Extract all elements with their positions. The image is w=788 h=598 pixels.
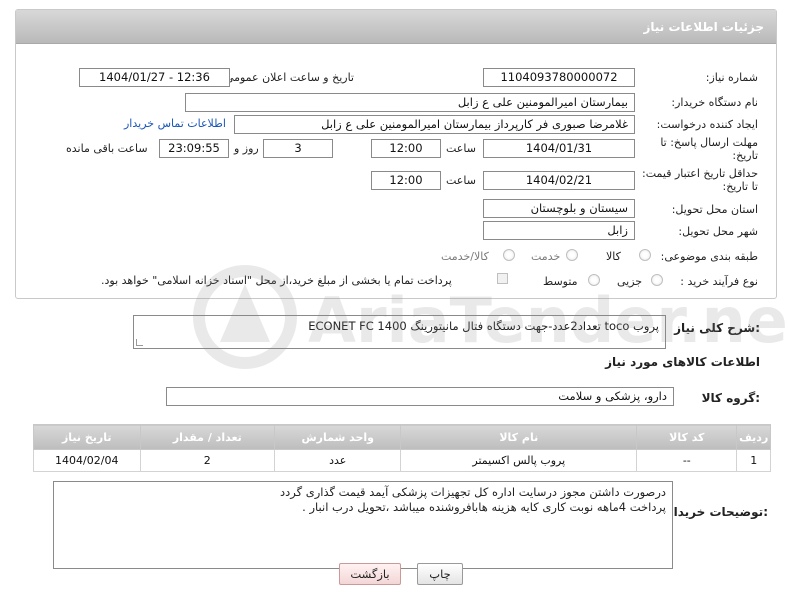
reply-date-field[interactable]: 1404/01/31 bbox=[483, 139, 635, 158]
buyer-notes-line2: پرداخت 4ماهه نوبت کاری کایه هزینه هابافر… bbox=[302, 500, 666, 514]
resize-handle[interactable] bbox=[136, 339, 143, 346]
buyer-org-field[interactable]: بیمارستان امیرالمومنین علی ع زابل bbox=[185, 93, 635, 112]
price-validity-date-field[interactable]: 1404/02/21 bbox=[483, 171, 635, 190]
cell-date: 1404/02/04 bbox=[33, 449, 141, 472]
price-validity-label-line2: تا تاریخ: bbox=[722, 180, 758, 193]
goods-table: ردیف کد کالا نام کالا واحد شمارش تعداد /… bbox=[33, 424, 771, 472]
province-field[interactable]: سیستان و بلوچستان bbox=[483, 199, 635, 218]
buyer-notes-textarea[interactable]: درصورت داشتن مجوز درسایت اداره کل تجهیزا… bbox=[53, 481, 673, 569]
cell-row: 1 bbox=[736, 449, 771, 472]
process-radio-medium[interactable] bbox=[588, 274, 600, 286]
treasury-payment-note: پرداخت تمام یا بخشی از مبلغ خرید،از محل … bbox=[101, 274, 452, 287]
need-number-field[interactable]: 1104093780000072 bbox=[483, 68, 635, 87]
panel-title: جزئیات اطلاعات نیاز bbox=[16, 10, 776, 44]
category-option-goods-service: کالا/خدمت bbox=[441, 250, 489, 263]
description-text: پروب toco تعداد2عدد-جهت دستگاه فتال مانی… bbox=[308, 319, 659, 333]
creator-label: ایجاد کننده درخواست: bbox=[656, 118, 758, 131]
category-radio-service[interactable] bbox=[566, 249, 578, 261]
goods-section-title: اطلاعات کالاهای مورد نیاز bbox=[605, 355, 760, 369]
days-label: روز و bbox=[234, 142, 259, 155]
col-code: کد کالا bbox=[636, 424, 738, 450]
cell-name: پروب پالس اکسیمتر bbox=[400, 449, 638, 472]
treasury-payment-checkbox[interactable] bbox=[497, 273, 508, 284]
category-radio-goods[interactable] bbox=[639, 249, 651, 261]
goods-table-header: ردیف کد کالا نام کالا واحد شمارش تعداد /… bbox=[33, 424, 771, 450]
goods-group-field[interactable]: دارو، پزشکی و سلامت bbox=[166, 387, 674, 406]
reply-time-label: ساعت bbox=[446, 142, 476, 155]
buyer-notes-line1: درصورت داشتن مجوز درسایت اداره کل تجهیزا… bbox=[280, 485, 666, 499]
col-qty: تعداد / مقدار bbox=[139, 424, 276, 450]
city-field[interactable]: زابل bbox=[483, 221, 635, 240]
description-textarea[interactable]: پروب toco تعداد2عدد-جهت دستگاه فتال مانی… bbox=[133, 315, 666, 349]
buyer-contact-link[interactable]: اطلاعات تماس خریدار bbox=[124, 117, 226, 130]
category-label: طبقه بندی موضوعی: bbox=[660, 250, 758, 263]
remaining-days-field[interactable]: 3 bbox=[263, 139, 333, 158]
print-button[interactable]: چاپ bbox=[417, 563, 463, 585]
process-option-medium: متوسط bbox=[543, 275, 578, 288]
reply-deadline-label-line1: مهلت ارسال پاسخ: تا bbox=[660, 136, 758, 149]
category-option-goods: کالا bbox=[606, 250, 621, 263]
category-option-service: خدمت bbox=[531, 250, 561, 263]
price-validity-label: حداقل تاریخ اعتبار قیمت: تا تاریخ: bbox=[642, 167, 758, 193]
process-radio-minor[interactable] bbox=[651, 274, 663, 286]
process-type-label: نوع فرآیند خرید : bbox=[680, 275, 758, 288]
need-number-label: شماره نیاز: bbox=[705, 71, 758, 84]
col-date: تاریخ نیاز bbox=[33, 424, 141, 450]
announce-datetime-label: تاریخ و ساعت اعلان عمومی: bbox=[221, 71, 354, 84]
col-unit: واحد شمارش bbox=[274, 424, 402, 450]
announce-datetime-field[interactable]: 1404/01/27 - 12:36 bbox=[79, 68, 230, 87]
process-option-minor: جزیی bbox=[617, 275, 643, 288]
col-row: ردیف bbox=[736, 424, 771, 450]
description-label: شرح کلی نیاز: bbox=[674, 321, 760, 335]
price-validity-time-field[interactable]: 12:00 bbox=[371, 171, 441, 190]
category-radio-goods-service[interactable] bbox=[503, 249, 515, 261]
cell-code: -- bbox=[636, 449, 738, 472]
reply-deadline-label-line2: تاریخ: bbox=[732, 149, 758, 162]
back-button[interactable]: بازگشت bbox=[339, 563, 401, 585]
table-row[interactable]: 1 -- پروب پالس اکسیمتر عدد 2 1404/02/04 bbox=[33, 449, 771, 472]
cell-unit: عدد bbox=[274, 449, 402, 472]
cell-qty: 2 bbox=[139, 449, 276, 472]
buyer-notes-label: توضیحات خریدار: bbox=[666, 505, 768, 519]
buyer-org-label: نام دستگاه خریدار: bbox=[671, 96, 758, 109]
price-validity-label-line1: حداقل تاریخ اعتبار قیمت: bbox=[642, 167, 758, 180]
reply-time-field[interactable]: 12:00 bbox=[371, 139, 441, 158]
remaining-time-field[interactable]: 23:09:55 bbox=[159, 139, 229, 158]
goods-group-label: گروه کالا: bbox=[701, 391, 760, 405]
reply-deadline-label: مهلت ارسال پاسخ: تا تاریخ: bbox=[660, 136, 758, 162]
price-validity-time-label: ساعت bbox=[446, 174, 476, 187]
creator-field[interactable]: غلامرضا صبوری فر کارپرداز بیمارستان امیر… bbox=[234, 115, 635, 134]
province-label: استان محل تحویل: bbox=[671, 203, 758, 216]
remaining-time-label: ساعت باقی مانده bbox=[66, 142, 148, 155]
city-label: شهر محل تحویل: bbox=[678, 225, 758, 238]
col-name: نام کالا bbox=[400, 424, 638, 450]
